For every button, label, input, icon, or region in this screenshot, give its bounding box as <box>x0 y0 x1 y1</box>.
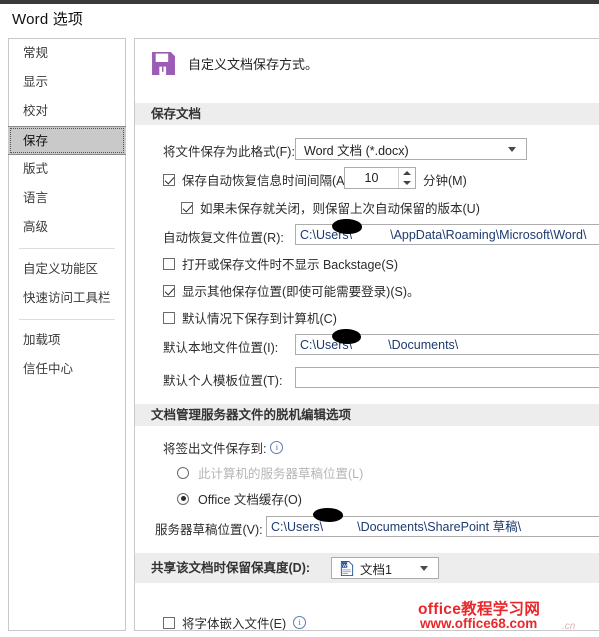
default-template-location-input[interactable] <box>295 367 599 388</box>
show-other-locations-row[interactable]: 显示其他保存位置(即使可能需要登录)(S)。 <box>163 281 420 300</box>
info-icon[interactable]: i <box>270 441 284 454</box>
show-other-locations-checkbox[interactable] <box>163 284 175 297</box>
autorecover-interval-value: 10 <box>364 171 379 185</box>
stepper-buttons[interactable] <box>398 168 415 188</box>
fidelity-label: 共享该文档时保留保真度(D): <box>151 561 311 575</box>
default-local-location-suffix: \Documents\ <box>388 338 459 352</box>
options-content-pane: 自定义文档保存方式。 保存文档 将文件保存为此格式(F): Word 文档 (*… <box>134 38 599 631</box>
default-template-location-label-row: 默认个人模板位置(T): <box>163 370 282 389</box>
watermark-site-url: www.office68.com <box>420 616 538 631</box>
checkout-option-office-cache-radio[interactable] <box>177 492 189 505</box>
fidelity-document-dropdown[interactable]: W 文档1 <box>331 557 439 579</box>
stepper-up-icon[interactable] <box>403 171 411 175</box>
autorecover-checkbox-row[interactable]: 保存自动恢复信息时间间隔(A) <box>163 170 349 189</box>
embed-fonts-label: 将字体嵌入文件(E) <box>182 617 287 631</box>
redaction-blob-username-3 <box>313 508 343 522</box>
default-local-location-label: 默认本地文件位置(I): <box>163 341 279 355</box>
autorecover-location-suffix: \AppData\Roaming\Microsoft\Word\ <box>390 228 587 242</box>
chevron-down-icon <box>508 146 516 152</box>
svg-text:W: W <box>342 562 347 567</box>
checkout-option-office-cache-label: Office 文档缓存(O) <box>198 493 302 507</box>
save-to-computer-label: 默认情况下保存到计算机(C) <box>182 312 337 326</box>
autorecover-interval-stepper[interactable]: 10 <box>344 167 416 189</box>
autorecover-location-label-row: 自动恢复文件位置(R): <box>163 227 284 246</box>
server-draft-location-suffix: \Documents\SharePoint 草稿\ <box>357 520 522 534</box>
checkout-label-row: 将签出文件保存到: i <box>163 438 284 457</box>
checkout-option-server-drafts-radio[interactable] <box>177 466 189 479</box>
sidebar-item-general[interactable]: 常规 <box>9 39 125 68</box>
sidebar-item-quick-access-toolbar[interactable]: 快速访问工具栏 <box>9 284 125 313</box>
keep-last-autosave-row[interactable]: 如果未保存就关闭，则保留上次自动保留的版本(U) <box>181 198 480 217</box>
autorecover-unit-label: 分钟(M) <box>423 174 467 188</box>
no-backstage-row[interactable]: 打开或保存文件时不显示 Backstage(S) <box>163 254 398 273</box>
autorecover-location-label: 自动恢复文件位置(R): <box>163 231 284 245</box>
save-to-computer-checkbox[interactable] <box>163 311 175 324</box>
info-icon-embed-fonts[interactable]: i <box>293 616 307 629</box>
show-other-locations-label: 显示其他保存位置(即使可能需要登录)(S)。 <box>182 285 420 299</box>
options-sidebar: 常规 显示 校对 保存 版式 语言 高级 自定义功能区 快速访问工具栏 加载项 … <box>8 38 126 631</box>
save-format-label: 将文件保存为此格式(F): <box>163 145 295 159</box>
word-options-dialog: Word 选项 常规 显示 校对 保存 版式 语言 高级 自定义功能区 快速访问… <box>0 0 599 637</box>
server-draft-location-label: 服务器草稿位置(V): <box>155 523 263 537</box>
server-draft-location-prefix: C:\Users\ <box>271 520 324 534</box>
dialog-title: Word 选项 <box>12 11 84 28</box>
keep-last-autosave-checkbox[interactable] <box>181 201 193 214</box>
sidebar-item-layout[interactable]: 版式 <box>9 155 125 184</box>
server-draft-location-label-row: 服务器草稿位置(V): <box>155 519 263 538</box>
checkout-option-server-drafts-label: 此计算机的服务器草稿位置(L) <box>198 467 364 481</box>
word-document-icon: W <box>340 560 354 576</box>
save-format-dropdown[interactable]: Word 文档 (*.docx) <box>295 138 527 160</box>
no-backstage-label: 打开或保存文件时不显示 Backstage(S) <box>182 258 399 272</box>
sidebar-divider-2 <box>19 319 115 320</box>
sidebar-item-addins[interactable]: 加载项 <box>9 326 125 355</box>
sidebar-item-advanced[interactable]: 高级 <box>9 213 125 242</box>
sidebar-item-trust-center[interactable]: 信任中心 <box>9 355 125 384</box>
keep-last-autosave-label: 如果未保存就关闭，则保留上次自动保留的版本(U) <box>200 202 480 216</box>
sidebar-item-customize-ribbon[interactable]: 自定义功能区 <box>9 255 125 284</box>
sidebar-divider-1 <box>19 248 115 249</box>
checkout-label: 将签出文件保存到: <box>163 442 267 456</box>
autorecover-checkbox[interactable] <box>163 173 175 186</box>
embed-fonts-row[interactable]: 将字体嵌入文件(E) i <box>163 613 307 631</box>
no-backstage-checkbox[interactable] <box>163 257 175 270</box>
pane-header: 自定义文档保存方式。 <box>151 51 318 76</box>
save-format-value: Word 文档 (*.docx) <box>304 143 409 158</box>
sidebar-item-save[interactable]: 保存 <box>8 126 126 155</box>
section-header-offline-editing: 文档管理服务器文件的脱机编辑选项 <box>135 404 599 426</box>
embed-fonts-checkbox[interactable] <box>163 616 175 629</box>
sidebar-item-language[interactable]: 语言 <box>9 184 125 213</box>
checkout-option-office-cache-row[interactable]: Office 文档缓存(O) <box>177 489 302 508</box>
redaction-blob-username-1 <box>332 219 362 234</box>
save-to-computer-row[interactable]: 默认情况下保存到计算机(C) <box>163 308 337 327</box>
checkout-option-server-drafts-row[interactable]: 此计算机的服务器草稿位置(L) <box>177 463 363 482</box>
pane-header-text: 自定义文档保存方式。 <box>188 57 319 72</box>
autorecover-label: 保存自动恢复信息时间间隔(A) <box>182 174 349 188</box>
save-floppy-icon <box>152 52 175 75</box>
save-format-label-row: 将文件保存为此格式(F): <box>163 141 295 160</box>
fidelity-document-value: 文档1 <box>360 562 392 577</box>
autorecover-unit-row: 分钟(M) <box>423 170 467 189</box>
chevron-down-icon-fidelity <box>420 565 428 571</box>
default-local-location-label-row: 默认本地文件位置(I): <box>163 337 278 356</box>
redaction-blob-username-2 <box>332 329 361 344</box>
section-header-save-documents: 保存文档 <box>135 103 599 125</box>
sidebar-item-display[interactable]: 显示 <box>9 68 125 97</box>
watermark-site-tld: .cn <box>562 621 576 632</box>
stepper-down-icon[interactable] <box>403 181 411 185</box>
default-template-location-label: 默认个人模板位置(T): <box>163 374 283 388</box>
sidebar-item-proofing[interactable]: 校对 <box>9 97 125 126</box>
title-bar-accent <box>0 0 599 4</box>
